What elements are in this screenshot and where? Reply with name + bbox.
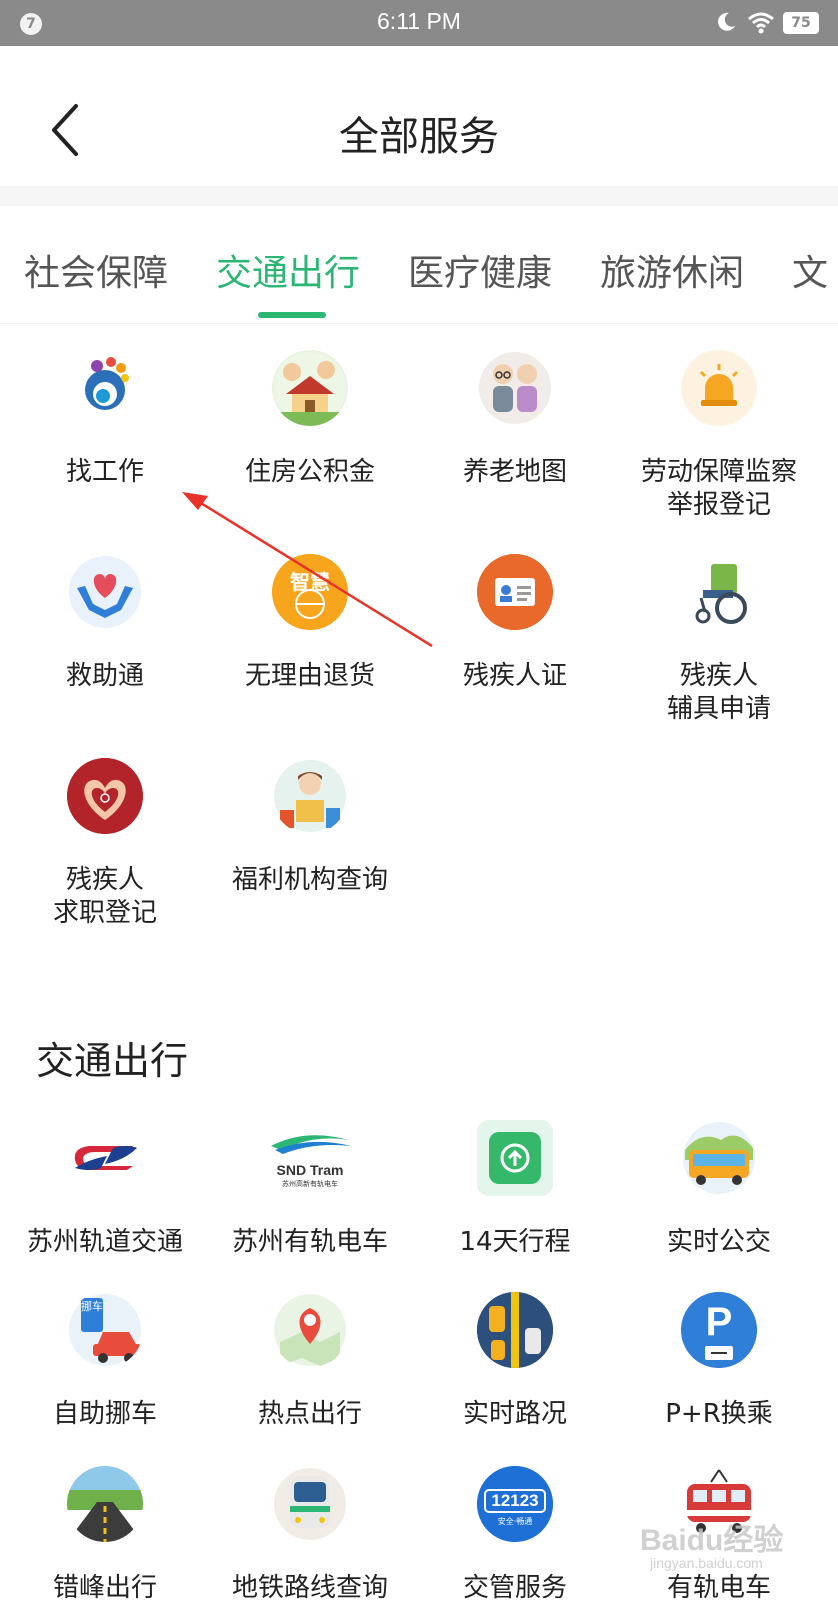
housing-fund-icon [272, 350, 348, 426]
return-goods-badge: 智慧 [290, 570, 330, 594]
service-hotspot-travel[interactable]: 热点出行 [205, 1292, 415, 1431]
service-label: 无理由退货 [244, 661, 375, 691]
service-label: P+R换乘 [665, 1399, 773, 1429]
service-label: 自助挪车 [52, 1399, 157, 1429]
traffic-12123-icon: 12123 安全·畅通 [477, 1466, 553, 1542]
service-suzhou-tram[interactable]: SND Tram 苏州高新有轨电车 苏州有轨电车 [205, 1120, 415, 1259]
watermark-logo: Baidu经验 [640, 1524, 784, 1557]
service-park-and-ride[interactable]: P P+R换乘 [614, 1292, 824, 1431]
tab-culture[interactable]: 文 [792, 244, 828, 296]
service-label: 养老地图 [462, 457, 567, 487]
service-relief[interactable]: 救助通 [0, 554, 210, 693]
service-label: 住房公积金 [244, 457, 375, 487]
battery-icon: 75 [783, 12, 819, 34]
service-label: 实时路况 [462, 1399, 567, 1429]
service-elderly-map[interactable]: 养老地图 [410, 350, 620, 489]
service-label: 交管服务 [462, 1573, 567, 1600]
page-header: 全部服务 [0, 46, 838, 186]
service-assistive-device[interactable]: 残疾人 辅具申请 [614, 554, 824, 726]
service-suzhou-metro[interactable]: 苏州轨道交通 [0, 1120, 210, 1259]
highway-icon [67, 1466, 143, 1542]
tab-social-security[interactable]: 社会保障 [24, 244, 168, 296]
traffic-12123-subtext: 安全·畅通 [497, 1517, 533, 1526]
category-tabs: 社会保障 交通出行 医疗健康 旅游休闲 文 [0, 206, 838, 324]
service-traffic-management[interactable]: 12123 安全·畅通 交管服务 [410, 1466, 620, 1600]
moon-icon [718, 12, 735, 31]
wifi-icon [748, 12, 774, 34]
move-car-icon: 挪车 [67, 1292, 143, 1368]
service-label: 残疾人 辅具申请 [666, 661, 771, 724]
section-title-transport: 交通出行 [36, 1039, 189, 1083]
service-label: 14天行程 [459, 1227, 571, 1257]
service-label: 福利机构查询 [231, 865, 388, 895]
wheelchair-icon [681, 554, 757, 630]
suzhou-metro-logo-icon [67, 1120, 143, 1196]
snd-tram-logo-subtext: 苏州高新有轨电车 [282, 1180, 338, 1188]
elderly-care-map-icon [477, 350, 553, 426]
service-labor-report[interactable]: 劳动保障监察 举报登记 [614, 350, 824, 522]
service-welfare-query[interactable]: 福利机构查询 [205, 758, 415, 897]
status-time: 6:11 PM [377, 8, 461, 34]
service-subway-route[interactable]: 地铁路线查询 [205, 1466, 415, 1600]
heart-disability-icon [67, 758, 143, 834]
snd-tram-logo-text: SND Tram [276, 1162, 344, 1178]
watermark-url: jingyan.baidu.com [650, 1555, 763, 1571]
service-label: 残疾人证 [462, 661, 567, 691]
subway-train-icon [272, 1466, 348, 1542]
service-label: 错峰出行 [52, 1573, 157, 1600]
tab-healthcare[interactable]: 医疗健康 [408, 244, 552, 296]
welfare-reading-icon [272, 758, 348, 834]
page-title: 全部服务 [339, 114, 499, 160]
service-label: 找工作 [65, 457, 144, 487]
service-disability-job[interactable]: 残疾人 求职登记 [0, 758, 210, 930]
service-label: 有轨电车 [666, 1573, 771, 1600]
service-find-job[interactable]: 找工作 [0, 350, 210, 489]
itinerary-upload-icon [477, 1120, 553, 1196]
move-car-badge: 挪车 [81, 1300, 103, 1313]
service-label: 救助通 [65, 661, 144, 691]
service-disability-card[interactable]: 残疾人证 [410, 554, 620, 693]
snd-tram-logo-icon: SND Tram 苏州高新有轨电车 [265, 1120, 355, 1196]
return-goods-icon: 智慧 [272, 554, 348, 630]
alarm-light-icon [681, 350, 757, 426]
service-off-peak[interactable]: 错峰出行 [0, 1466, 210, 1600]
heart-hands-icon [67, 554, 143, 630]
tab-transport[interactable]: 交通出行 [216, 244, 360, 296]
bus-icon [681, 1120, 757, 1196]
service-label: 苏州轨道交通 [26, 1227, 183, 1257]
traffic-12123-badge: 12123 [491, 1491, 539, 1510]
parking-icon: P [681, 1292, 757, 1368]
service-realtime-bus[interactable]: 实时公交 [614, 1120, 824, 1259]
service-label: 残疾人 求职登记 [52, 865, 157, 928]
parking-badge: P [705, 1300, 733, 1344]
service-return-goods[interactable]: 智慧 无理由退货 [205, 554, 415, 693]
service-traffic-status[interactable]: 实时路况 [410, 1292, 620, 1431]
road-traffic-icon [477, 1292, 553, 1368]
map-pin-icon [272, 1292, 348, 1368]
service-label: 苏州有轨电车 [231, 1227, 388, 1257]
id-card-icon [477, 554, 553, 630]
service-label: 地铁路线查询 [231, 1573, 388, 1600]
service-label: 劳动保障监察 举报登记 [640, 457, 797, 520]
service-14day-itinerary[interactable]: 14天行程 [410, 1120, 620, 1259]
tab-tourism[interactable]: 旅游休闲 [600, 244, 744, 296]
header-divider [0, 186, 838, 206]
service-housing-fund[interactable]: 住房公积金 [205, 350, 415, 489]
service-label: 实时公交 [666, 1227, 771, 1257]
status-bar: 7 6:11 PM 75 [0, 0, 838, 46]
active-tab-indicator [258, 312, 326, 318]
service-label: 热点出行 [257, 1399, 362, 1429]
job-search-icon [67, 350, 143, 426]
service-move-car[interactable]: 挪车 自助挪车 [0, 1292, 210, 1431]
